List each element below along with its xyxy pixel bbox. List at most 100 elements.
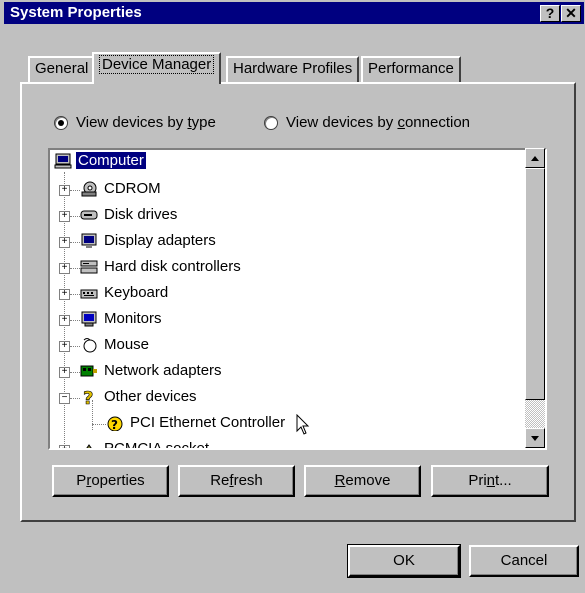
radio-label: onnection bbox=[404, 114, 471, 131]
expand-plus-icon[interactable]: + bbox=[59, 341, 70, 352]
tree-item-label: Display adapters bbox=[104, 232, 216, 249]
tree-item-label: Network adapters bbox=[104, 362, 222, 379]
expand-plus-icon[interactable]: + bbox=[59, 445, 70, 448]
button-label: emove bbox=[345, 472, 391, 489]
tree-item-disk-drives[interactable]: Disk drives bbox=[80, 204, 179, 226]
radio-checked-icon bbox=[54, 116, 68, 131]
properties-button[interactable]: Properties bbox=[52, 465, 169, 497]
tree-item-pcmcia-socket[interactable]: PCMCIA socket bbox=[80, 438, 211, 450]
tree-connector bbox=[70, 372, 80, 374]
tab-label: Device Manager bbox=[99, 55, 215, 74]
monitor-icon bbox=[80, 311, 98, 327]
warning-question-icon: ? bbox=[106, 415, 124, 432]
tree-item-label: Keyboard bbox=[104, 284, 169, 301]
tab-label: General bbox=[35, 60, 89, 77]
question-icon: ? bbox=[80, 388, 98, 410]
tree-item-label: CDROM bbox=[104, 180, 161, 197]
ok-button[interactable]: OK bbox=[347, 544, 461, 578]
view-by-type-radio[interactable]: View devices by type bbox=[54, 114, 216, 134]
button-label: resh bbox=[233, 472, 263, 489]
cancel-button[interactable]: Cancel bbox=[469, 545, 579, 577]
radio-label: View devices by bbox=[76, 114, 188, 131]
tab-performance[interactable]: Performance bbox=[361, 56, 461, 82]
keyboard-icon bbox=[80, 285, 98, 301]
expand-plus-icon[interactable]: + bbox=[59, 237, 70, 248]
remove-button[interactable]: Remove bbox=[304, 465, 421, 497]
scroll-track[interactable] bbox=[525, 400, 545, 428]
tree-item-network-adapters[interactable]: Network adapters bbox=[80, 360, 224, 382]
expand-plus-icon[interactable]: + bbox=[59, 211, 70, 222]
scroll-down-button[interactable] bbox=[525, 428, 545, 448]
print-button[interactable]: Print... bbox=[431, 465, 549, 497]
tab-device-manager[interactable]: Device Manager bbox=[92, 52, 222, 84]
tab-label: Performance bbox=[368, 60, 454, 77]
mouse-cursor-icon bbox=[296, 413, 310, 443]
expand-plus-icon[interactable]: + bbox=[59, 185, 70, 196]
button-label: t... bbox=[495, 472, 512, 489]
tree-item-hard-disk-controllers[interactable]: Hard disk controllers bbox=[80, 256, 243, 278]
computer-icon bbox=[54, 153, 72, 169]
radio-unchecked-icon bbox=[264, 116, 278, 131]
button-label-accel: n bbox=[486, 472, 495, 489]
expand-plus-icon[interactable]: + bbox=[59, 315, 70, 326]
tree-item-label: Computer bbox=[76, 152, 146, 169]
tree-connector bbox=[70, 268, 80, 270]
tree-connector bbox=[70, 190, 80, 192]
title-bar[interactable]: System Properties ? ✕ bbox=[4, 2, 584, 24]
network-adapter-icon bbox=[80, 363, 98, 379]
disk-drive-icon bbox=[80, 207, 98, 223]
hard-disk-controller-icon bbox=[80, 259, 98, 275]
expand-plus-icon[interactable]: + bbox=[59, 289, 70, 300]
help-button[interactable]: ? bbox=[540, 5, 560, 22]
tree-item-computer[interactable]: Computer bbox=[54, 150, 146, 172]
tree-item-label: Hard disk controllers bbox=[104, 258, 241, 275]
tree-connector bbox=[70, 320, 80, 322]
close-button[interactable]: ✕ bbox=[561, 5, 581, 22]
button-label: operties bbox=[91, 472, 145, 489]
tree-item-label: Monitors bbox=[104, 310, 162, 327]
tree-connector bbox=[70, 216, 80, 218]
tree-item-label: PCI Ethernet Controller bbox=[130, 414, 286, 431]
tab-hardware-profiles[interactable]: Hardware Profiles bbox=[226, 56, 360, 82]
pcmcia-icon bbox=[80, 441, 98, 448]
tree-item-label: PCMCIA socket bbox=[104, 440, 210, 450]
view-by-connection-radio[interactable]: View devices by connection bbox=[264, 114, 470, 134]
tree-item-cdrom[interactable]: CDROM bbox=[80, 178, 163, 200]
svg-text:?: ? bbox=[111, 418, 118, 431]
tab-label: Hardware Profiles bbox=[233, 60, 353, 77]
system-properties-window: System Properties ? ✕ General Device Man… bbox=[0, 0, 585, 593]
collapse-minus-icon[interactable]: − bbox=[59, 393, 70, 404]
button-label-accel: R bbox=[334, 472, 346, 489]
tree-item-label: Disk drives bbox=[104, 206, 178, 223]
tree-connector bbox=[70, 398, 80, 400]
radio-label: ype bbox=[191, 114, 216, 131]
mouse-icon bbox=[80, 337, 98, 353]
scroll-up-button[interactable] bbox=[525, 148, 545, 168]
tree-connector bbox=[92, 424, 106, 426]
device-tree[interactable]: Computer + CDROM + Disk drives + Display… bbox=[48, 148, 547, 450]
display-adapter-icon bbox=[80, 233, 98, 249]
tree-connector bbox=[70, 346, 80, 348]
window-title: System Properties bbox=[10, 4, 142, 21]
tree-item-display-adapters[interactable]: Display adapters bbox=[80, 230, 218, 252]
tree-item-mouse[interactable]: Mouse bbox=[80, 334, 151, 356]
tree-item-label: Other devices bbox=[104, 388, 197, 405]
button-label: P bbox=[76, 472, 87, 489]
tree-item-pci-ethernet-controller[interactable]: ? PCI Ethernet Controller bbox=[106, 412, 310, 435]
button-label: Pri bbox=[468, 472, 487, 489]
button-label: Re bbox=[210, 472, 230, 489]
tree-scrollbar[interactable] bbox=[525, 148, 545, 448]
tree-item-keyboard[interactable]: Keyboard bbox=[80, 282, 170, 304]
tree-connector bbox=[70, 294, 80, 296]
scroll-thumb[interactable] bbox=[525, 168, 545, 400]
expand-plus-icon[interactable]: + bbox=[59, 263, 70, 274]
radio-label-accel: c bbox=[397, 114, 405, 131]
radio-label: View devices by bbox=[286, 114, 398, 131]
cdrom-icon bbox=[80, 181, 98, 197]
tree-item-other-devices[interactable]: ? Other devices bbox=[80, 386, 199, 410]
expand-plus-icon[interactable]: + bbox=[59, 367, 70, 378]
tab-general[interactable]: General bbox=[28, 56, 96, 82]
refresh-button[interactable]: Refresh bbox=[178, 465, 295, 497]
svg-text:?: ? bbox=[83, 389, 93, 405]
tree-item-monitors[interactable]: Monitors bbox=[80, 308, 164, 330]
